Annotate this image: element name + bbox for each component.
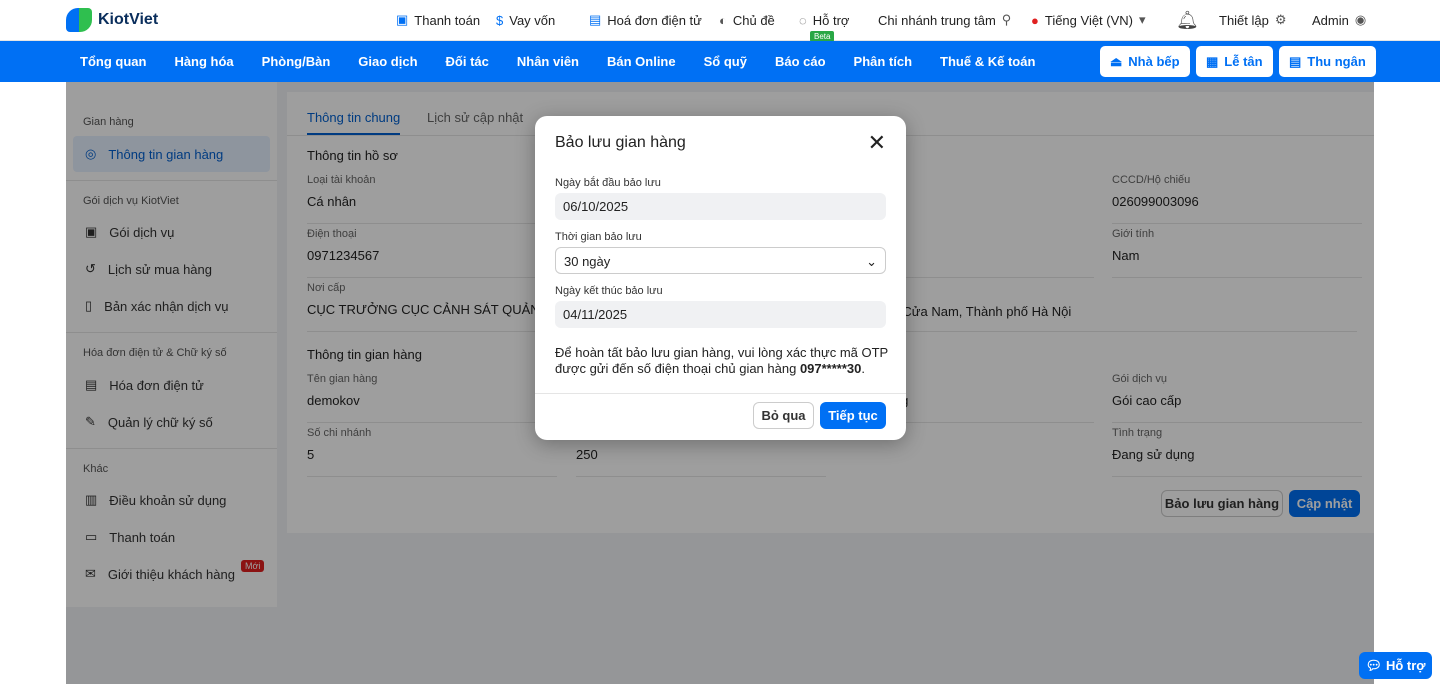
location-icon: ⚲	[1001, 12, 1012, 27]
logo[interactable]: KiotViet	[66, 8, 158, 32]
dialog-footer-divider	[535, 393, 906, 394]
duration-select[interactable]: 30 ngày ⌄	[555, 247, 886, 274]
bell-icon[interactable]: 🔔︎	[1176, 10, 1199, 31]
branch-selector[interactable]: Chi nhánh trung tâm ⚲	[878, 12, 1011, 28]
cashier-button[interactable]: ▤ Thu ngân	[1279, 46, 1376, 77]
nav-staff[interactable]: Nhân viên	[503, 54, 593, 69]
cloche-icon: ⏏	[1110, 53, 1123, 69]
main-nav: Tổng quan Hàng hóa Phòng/Bàn Giao dịch Đ…	[0, 41, 1440, 82]
chat-icon: ◌	[799, 12, 807, 28]
top-bar: KiotViet ▣ Thanh toán $ Vay vốn ▤ Hoá đơn đ…	[0, 0, 1440, 42]
masked-phone: 097*****30	[799, 361, 862, 376]
nav-products[interactable]: Hàng hóa	[160, 54, 247, 69]
nav-tax[interactable]: Thuế & Kế toán	[926, 54, 1049, 69]
close-icon[interactable]: ✕	[868, 130, 886, 156]
continue-button[interactable]: Tiếp tục	[820, 402, 886, 429]
help-button[interactable]: 💬︎ Hỗ trợ	[1359, 652, 1432, 679]
dialog-title: Bảo lưu gian hàng	[555, 134, 686, 151]
nav-reports[interactable]: Báo cáo	[761, 54, 840, 69]
nav-analytics[interactable]: Phân tích	[840, 54, 927, 69]
loan-link[interactable]: $ Vay vốn	[496, 13, 555, 28]
chat-icon: 💬︎	[1365, 657, 1382, 673]
skip-button[interactable]: Bỏ qua	[753, 402, 814, 429]
settings-link[interactable]: Thiết lập ⚙	[1219, 12, 1287, 28]
einvoice-link[interactable]: ▤ Hoá đơn điện tử	[589, 12, 702, 28]
language-selector[interactable]: ● Tiếng Việt (VN) ▾	[1031, 12, 1146, 28]
end-date-label: Ngày kết thúc bảo lưu	[555, 285, 663, 297]
invoice-icon: ▤	[589, 12, 602, 27]
otp-note: Để hoàn tất bảo lưu gian hàng, vui lòng …	[555, 345, 888, 376]
nav-transactions[interactable]: Giao dịch	[344, 54, 431, 69]
user-menu[interactable]: Admin ◉	[1312, 12, 1366, 28]
cashier-icon: ▤	[1289, 53, 1302, 69]
payment-link[interactable]: ▣ Thanh toán	[396, 12, 480, 28]
nav-overview[interactable]: Tổng quan	[66, 54, 160, 69]
logo-icon	[66, 8, 92, 32]
kitchen-button[interactable]: ⏏ Nhà bếp	[1100, 46, 1190, 77]
start-date-label: Ngày bắt đầu bảo lưu	[555, 177, 661, 189]
nav-online[interactable]: Bán Online	[593, 54, 690, 69]
suspend-store-dialog: Bảo lưu gian hàng ✕ Ngày bắt đầu bảo lưu…	[535, 116, 906, 440]
nav-cashbook[interactable]: Sổ quỹ	[690, 54, 761, 69]
user-icon: ◉	[1354, 12, 1367, 27]
nav-rooms[interactable]: Phòng/Bàn	[248, 54, 345, 69]
duration-label: Thời gian bảo lưu	[555, 231, 642, 243]
nav-partners[interactable]: Đối tác	[432, 54, 503, 69]
caret-down-icon: ▾	[1139, 12, 1146, 27]
end-date-field: 04/11/2025	[555, 301, 886, 328]
palette-icon: ◐	[719, 12, 727, 28]
theme-link[interactable]: ◐ Chủ đề	[719, 13, 775, 28]
money-bag-icon: $	[496, 12, 504, 28]
support-link[interactable]: ◌ Hỗ trợ	[799, 13, 849, 28]
payment-icon: ▣	[396, 12, 409, 27]
vn-flag-icon: ●	[1031, 12, 1039, 28]
chevron-down-icon: ⌄	[866, 254, 877, 269]
gear-icon: ⚙	[1274, 12, 1287, 27]
reception-button[interactable]: ▦ Lễ tân	[1196, 46, 1273, 77]
calendar-icon: ▦	[1206, 53, 1219, 69]
start-date-field: 06/10/2025	[555, 193, 886, 220]
